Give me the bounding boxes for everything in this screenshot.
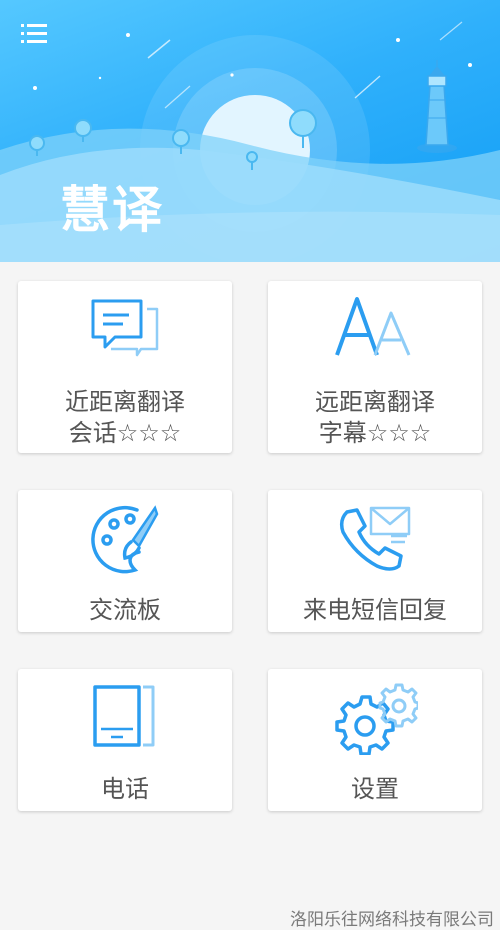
font-size-icon: [335, 297, 411, 356]
card-exchange-board[interactable]: 交流板: [18, 490, 232, 632]
menu-icon: [21, 24, 47, 43]
app-title: 慧译: [60, 181, 164, 239]
card-near-translate[interactable]: 近距离翻译 会话☆☆☆: [18, 281, 232, 453]
card-far-translate[interactable]: 远距离翻译 字幕☆☆☆: [268, 281, 482, 453]
chat-bubbles-icon: [91, 299, 159, 357]
card-label: 设置: [351, 775, 399, 803]
card-label: 电话: [101, 775, 149, 803]
lighthouse-icon: [417, 60, 457, 153]
card-label: 近距离翻译: [65, 388, 185, 416]
device-icon: [93, 685, 155, 747]
card-call-sms-reply[interactable]: 来电短信回复: [268, 490, 482, 632]
gears-icon: [335, 683, 418, 755]
card-label: 远距离翻译: [315, 388, 435, 416]
company-footer: 洛阳乐往网络科技有限公司: [290, 910, 494, 930]
card-label: 来电短信回复: [303, 596, 447, 624]
card-phone[interactable]: 电话: [18, 669, 232, 811]
header-banner: 慧译: [0, 0, 500, 262]
palette-icon: [91, 505, 159, 574]
phone-mail-icon: [339, 506, 411, 571]
card-sublabel: 会话☆☆☆: [68, 419, 182, 447]
menu-button[interactable]: [18, 20, 50, 48]
card-settings[interactable]: 设置: [268, 669, 482, 811]
card-sublabel: 字幕☆☆☆: [318, 419, 432, 447]
card-label: 交流板: [89, 596, 161, 624]
